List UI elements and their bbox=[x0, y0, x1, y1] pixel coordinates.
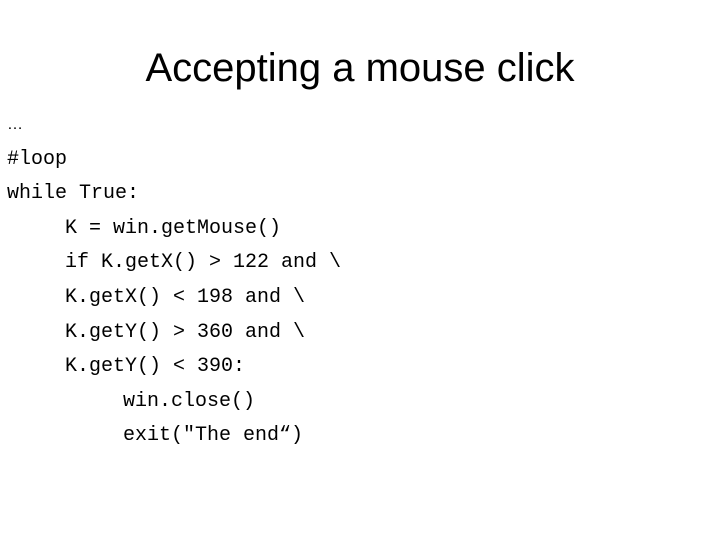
code-line-if-x-min: if K.getX() > 122 and \ bbox=[65, 251, 342, 275]
code-line-ellipsis: … bbox=[7, 116, 23, 133]
code-line-y-min: K.getY() > 360 and \ bbox=[65, 320, 306, 344]
slide-title: Accepting a mouse click bbox=[145, 46, 575, 90]
code-line-y-max: K.getY() < 390: bbox=[65, 355, 246, 379]
code-line-getmouse: K = win.getMouse() bbox=[65, 216, 282, 240]
code-line-while: while True: bbox=[7, 182, 140, 206]
code-line-x-max: K.getX() < 198 and \ bbox=[65, 285, 306, 309]
code-line-close: win.close() bbox=[123, 389, 256, 413]
code-line-comment: #loop bbox=[7, 147, 68, 171]
code-block: … #loop while True: K = win.getMouse() i… bbox=[7, 108, 341, 454]
code-line-exit: exit("The end“) bbox=[123, 424, 304, 448]
